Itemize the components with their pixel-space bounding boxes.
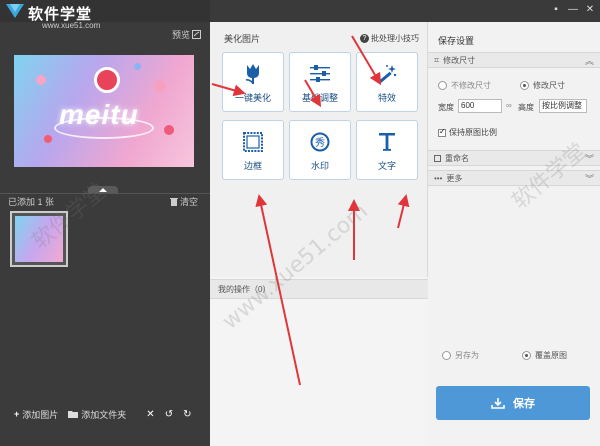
ops-label: 我的操作（0）	[218, 285, 271, 294]
tool-label: 特效	[377, 93, 396, 103]
added-count: 已添加 1 张	[8, 197, 55, 207]
height-label: 高度	[518, 103, 534, 112]
tool-label: 基础调整	[301, 93, 338, 103]
divider	[0, 193, 210, 194]
middle-panel: 美化图片 ? 批处理小技巧 一键美化 基础调整 特效 边框 秀 水印 文字 我的…	[210, 22, 428, 446]
overwrite-option[interactable]: 覆盖原图	[522, 350, 567, 361]
tool-effects[interactable]: 特效	[356, 52, 418, 112]
crop-icon: ⌗	[434, 54, 440, 65]
save-button[interactable]: 保存	[436, 386, 590, 420]
no-resize-option[interactable]: 不修改尺寸	[438, 80, 491, 91]
radio-no-resize[interactable]	[438, 81, 447, 90]
preview-logo-text: meitu	[59, 99, 139, 130]
save-button-label: 保存	[513, 398, 535, 410]
height-mode-input[interactable]: 按比例调整	[539, 99, 587, 113]
section-title: 美化图片	[224, 34, 261, 44]
rename-section-header[interactable]: 重命名 ︾	[428, 150, 600, 166]
rename-header-label: 重命名	[445, 153, 469, 163]
radio-resize[interactable]	[520, 81, 529, 90]
tool-basic-adjust[interactable]: 基础调整	[289, 52, 351, 112]
add-folder-label: 添加文件夹	[81, 409, 127, 420]
add-image-button[interactable]: + 添加图片	[14, 408, 58, 421]
trash-icon	[170, 198, 178, 206]
brand-url: www.xue51.com	[42, 21, 101, 30]
more-dots-icon: •••	[434, 173, 443, 183]
window-controls: ▪ — ✕	[0, 0, 600, 22]
beautify-section: 美化图片 ? 批处理小技巧 一键美化 基础调整 特效 边框 秀 水印 文字	[210, 22, 428, 277]
svg-text:秀: 秀	[315, 137, 325, 149]
rotate-left-icon[interactable]: ↺	[165, 409, 173, 420]
rotate-right-icon[interactable]: ↻	[183, 409, 191, 420]
preview-label: 预览	[172, 30, 191, 40]
main-preview-image: meitu	[14, 55, 194, 167]
frame-icon	[243, 132, 263, 152]
close-icon[interactable]: ✕	[584, 4, 596, 16]
tulip-icon	[245, 64, 259, 84]
skin-icon[interactable]: ▪	[550, 4, 562, 16]
preview-icon	[192, 30, 202, 39]
plus-icon: +	[14, 409, 20, 419]
tool-label: 一键美化	[234, 93, 271, 103]
tool-watermark[interactable]: 秀 水印	[289, 120, 351, 180]
add-image-label: 添加图片	[22, 409, 59, 420]
watermark-icon: 秀	[310, 132, 330, 152]
save-settings-title: 保存设置	[438, 36, 475, 46]
keep-ratio-label: 保持原图比例	[449, 128, 497, 137]
chevron-down-icon: ︾	[584, 153, 594, 164]
save-as-label: 另存为	[455, 351, 479, 360]
text-icon	[379, 133, 395, 151]
resize-label: 修改尺寸	[533, 81, 565, 90]
left-toolbar: + 添加图片 添加文件夹 ✕ ↺ ↻	[0, 400, 210, 428]
sliders-icon	[310, 65, 330, 82]
width-label: 宽度	[438, 103, 454, 112]
resize-section-header[interactable]: ⌗ 修改尺寸 ︽	[428, 52, 600, 68]
chevron-down-icon: ︾	[584, 173, 594, 184]
tool-frame[interactable]: 边框	[222, 120, 284, 180]
image-thumbnail[interactable]	[10, 211, 68, 267]
add-folder-button[interactable]: 添加文件夹	[68, 408, 126, 421]
checkbox-box[interactable]	[438, 127, 446, 137]
delete-icon[interactable]: ✕	[146, 409, 154, 420]
magic-wand-icon	[378, 65, 397, 84]
operations-list	[210, 299, 428, 446]
tool-label: 边框	[243, 161, 262, 171]
save-settings-panel: 保存设置 ⌗ 修改尺寸 ︽ 不修改尺寸 修改尺寸 宽度 600 ∞ 高度 按比例…	[428, 22, 600, 446]
my-operations-header: 我的操作（0）	[210, 279, 428, 299]
chevron-up-icon: ︽	[584, 55, 594, 66]
radio-save-as[interactable]	[442, 351, 451, 360]
tips-link[interactable]: ? 批处理小技巧	[360, 33, 419, 44]
more-section-header[interactable]: ••• 更多 ︾	[428, 170, 600, 186]
link-icon: ∞	[506, 101, 512, 110]
tool-label: 文字	[377, 161, 396, 171]
tool-label: 水印	[310, 161, 329, 171]
clear-button[interactable]: 清空	[170, 195, 198, 208]
minimize-icon[interactable]: —	[567, 4, 579, 16]
radio-overwrite[interactable]	[522, 351, 531, 360]
help-icon: ?	[360, 34, 369, 43]
save-as-option[interactable]: 另存为	[442, 350, 479, 361]
clear-label: 清空	[180, 197, 199, 207]
preview-button[interactable]: 预览	[172, 28, 202, 41]
no-resize-label: 不修改尺寸	[451, 81, 491, 90]
tool-text[interactable]: 文字	[356, 120, 418, 180]
folder-icon	[68, 411, 79, 418]
overwrite-label: 覆盖原图	[535, 351, 567, 360]
save-icon	[491, 398, 505, 409]
left-panel: 软件学堂 www.xue51.com 预览 meitu 已添加 1 张 清空 +	[0, 0, 210, 446]
resize-option[interactable]: 修改尺寸	[520, 80, 565, 91]
resize-header-label: 修改尺寸	[443, 55, 476, 65]
more-header-label: 更多	[446, 173, 463, 183]
keep-ratio-checkbox[interactable]: 保持原图比例	[438, 127, 497, 138]
tool-one-click-beautify[interactable]: 一键美化	[222, 52, 284, 112]
camera-icon	[94, 67, 120, 93]
width-input[interactable]: 600	[458, 99, 502, 113]
rename-icon	[434, 154, 441, 162]
tips-label: 批处理小技巧	[371, 34, 419, 43]
